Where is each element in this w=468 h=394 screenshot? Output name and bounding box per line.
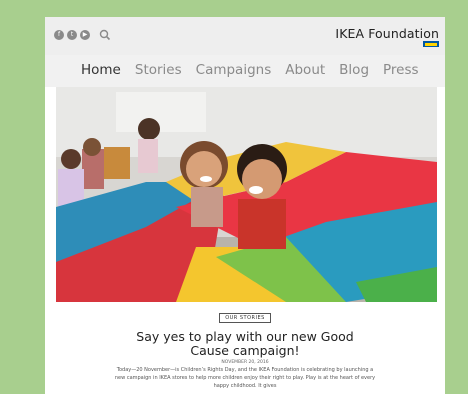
top-bar: f t ▶ IKEA Foundation [45, 17, 445, 55]
hero-image[interactable] [56, 87, 437, 302]
search-icon[interactable] [99, 29, 111, 41]
main-nav: Home Stories Campaigns About Blog Press [45, 55, 445, 87]
facebook-icon[interactable]: f [54, 30, 64, 40]
social-icons: f t ▶ [54, 29, 111, 41]
article-headline[interactable]: Say yes to play with our new Good Cause … [45, 330, 445, 358]
category-tag[interactable]: OUR STORIES [219, 313, 271, 323]
article-date: NOVEMBER 20, 2016 [221, 360, 269, 365]
page-card: f t ▶ IKEA Foundation Home Stories Campa… [45, 17, 445, 394]
nav-item-press[interactable]: Press [383, 62, 419, 78]
youtube-icon[interactable]: ▶ [80, 30, 90, 40]
headline-line-2: Cause campaign! [190, 343, 300, 358]
twitter-icon[interactable]: t [67, 30, 77, 40]
brand-name: IKEA Foundation [335, 26, 439, 41]
brand[interactable]: IKEA Foundation [335, 26, 439, 47]
nav-item-campaigns[interactable]: Campaigns [196, 62, 272, 78]
article-preview: OUR STORIES Say yes to play with our new… [45, 302, 445, 394]
nav-item-about[interactable]: About [285, 62, 325, 78]
nav-item-home[interactable]: Home [81, 62, 121, 78]
nav-item-blog[interactable]: Blog [339, 62, 369, 78]
article-excerpt: Today—20 November—is Children’s Rights D… [114, 367, 376, 389]
nav-item-stories[interactable]: Stories [135, 62, 182, 78]
ikea-logo-icon [423, 41, 439, 47]
headline-line-1: Say yes to play with our new Good [136, 329, 354, 344]
